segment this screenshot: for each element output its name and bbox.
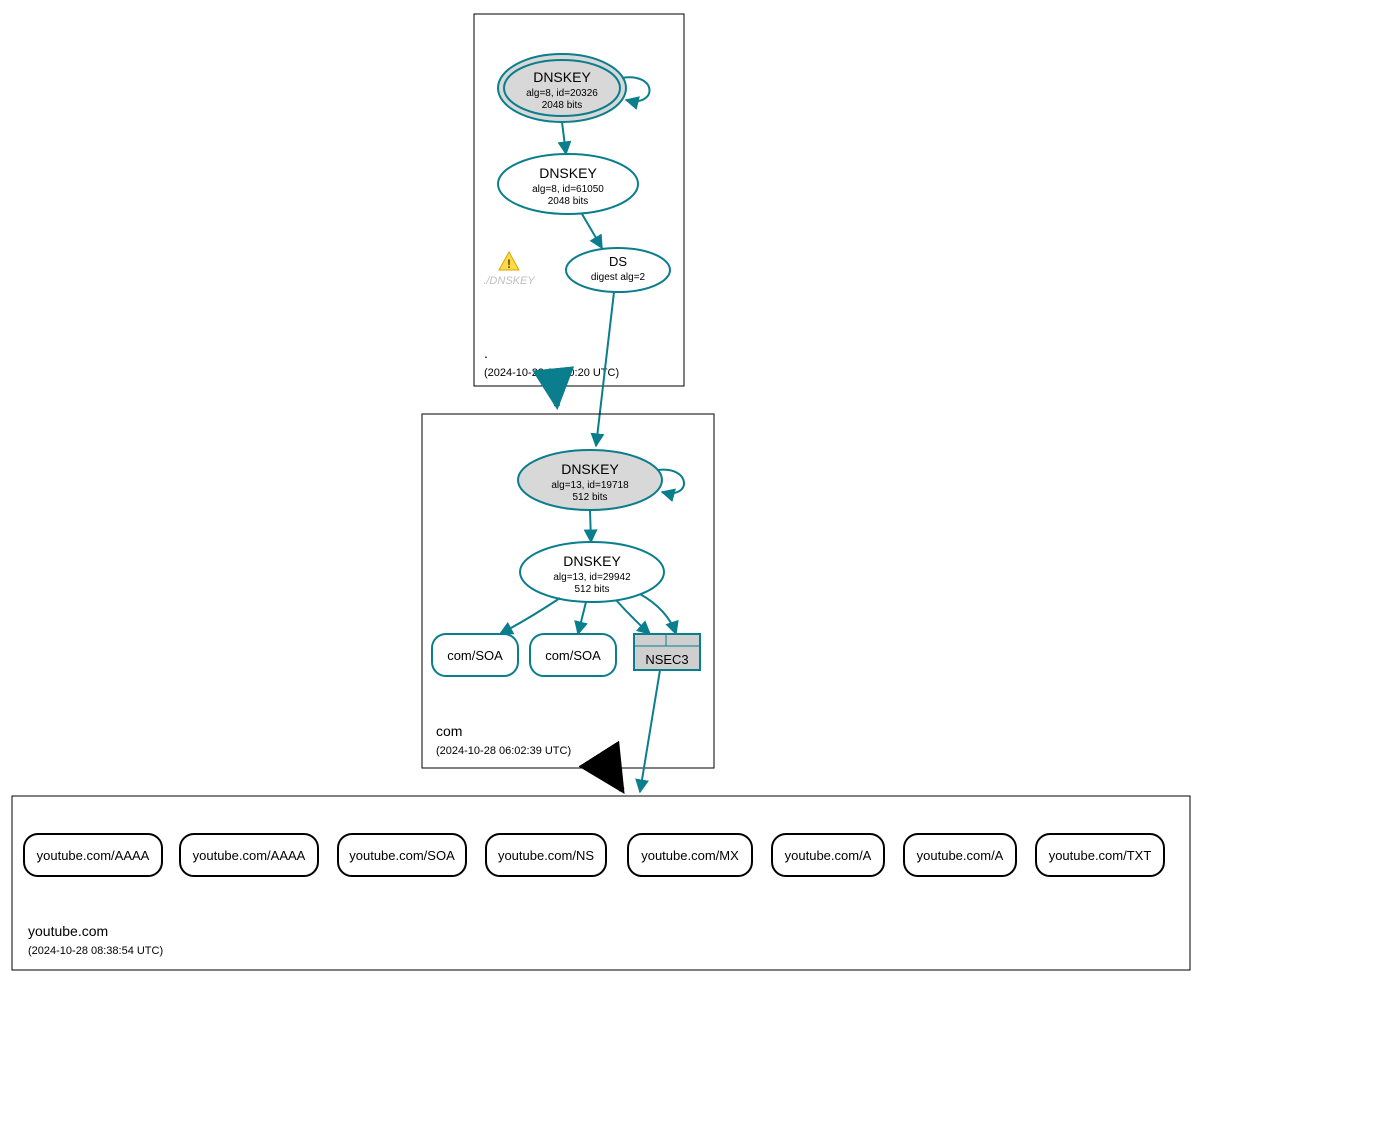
zone-root-timestamp: (2024-10-28 06:00:20 UTC): [484, 367, 619, 379]
com-nsec3: NSEC3: [634, 634, 700, 670]
zone-com-timestamp: (2024-10-28 06:02:39 UTC): [436, 745, 571, 757]
com-soa-1: com/SOA: [432, 634, 518, 676]
com-zsk-title: DNSKEY: [563, 553, 621, 569]
com-soa-2: com/SOA: [530, 634, 616, 676]
leaf-rr-3: youtube.com/NS: [486, 834, 606, 876]
edge-root-ksk-zsk: [562, 122, 566, 154]
com-soa-1-label: com/SOA: [447, 648, 503, 663]
com-nsec3-label: NSEC3: [645, 652, 688, 667]
svg-text:!: !: [507, 257, 511, 271]
com-dnskey-zsk: DNSKEY alg=13, id=29942 512 bits: [520, 542, 664, 602]
root-dnskey-ksk: DNSKEY alg=8, id=20326 2048 bits: [498, 54, 626, 122]
edge-com-zsk-nsec3-b: [640, 594, 676, 634]
leaf-rr-5-label: youtube.com/A: [785, 848, 872, 863]
root-ds: DS digest alg=2: [566, 248, 670, 292]
root-ksk-l1: alg=8, id=20326: [526, 88, 598, 99]
leaf-rr-1: youtube.com/AAAA: [180, 834, 318, 876]
root-zsk-title: DNSKEY: [539, 165, 597, 181]
root-ds-l1: digest alg=2: [591, 272, 646, 283]
leaf-rr-3-label: youtube.com/NS: [498, 848, 594, 863]
edge-com-zsk-nsec3-a: [616, 600, 650, 634]
edge-root-zsk-ds: [582, 214, 602, 248]
edge-com-nsec3-to-leaf: [640, 670, 660, 792]
leaf-rr-2-label: youtube.com/SOA: [349, 848, 455, 863]
root-ksk-title: DNSKEY: [533, 69, 591, 85]
leaf-rr-6: youtube.com/A: [904, 834, 1016, 876]
leaf-rr-0: youtube.com/AAAA: [24, 834, 162, 876]
com-ksk-l2: 512 bits: [572, 492, 607, 503]
leaf-rr-7: youtube.com/TXT: [1036, 834, 1164, 876]
edge-com-to-leaf-thick: [608, 768, 622, 790]
root-zsk-l2: 2048 bits: [548, 196, 589, 207]
com-ksk-l1: alg=13, id=19718: [551, 480, 629, 491]
zone-root-name: .: [484, 345, 488, 361]
com-ksk-title: DNSKEY: [561, 461, 619, 477]
leaf-rr-1-label: youtube.com/AAAA: [193, 848, 306, 863]
leaf-rr-4: youtube.com/MX: [628, 834, 752, 876]
warning-icon: !: [499, 252, 519, 271]
leaf-rr-6-label: youtube.com/A: [917, 848, 1004, 863]
zone-com: com (2024-10-28 06:02:39 UTC) DNSKEY alg…: [422, 414, 714, 768]
zone-leaf: youtube.com (2024-10-28 08:38:54 UTC) yo…: [12, 796, 1190, 970]
root-dnskey-zsk: DNSKEY alg=8, id=61050 2048 bits: [498, 154, 638, 214]
dnssec-diagram: . (2024-10-28 06:00:20 UTC) DNSKEY alg=8…: [0, 0, 1381, 1128]
com-dnskey-ksk: DNSKEY alg=13, id=19718 512 bits: [518, 450, 662, 510]
root-ksk-l2: 2048 bits: [542, 100, 583, 111]
zone-root: . (2024-10-28 06:00:20 UTC) DNSKEY alg=8…: [474, 14, 684, 386]
zone-leaf-timestamp: (2024-10-28 08:38:54 UTC): [28, 945, 163, 957]
leaf-rr-2: youtube.com/SOA: [338, 834, 466, 876]
zone-leaf-name: youtube.com: [28, 923, 108, 939]
root-ds-title: DS: [609, 254, 627, 269]
leaf-rr-0-label: youtube.com/AAAA: [37, 848, 150, 863]
leaf-rr-7-label: youtube.com/TXT: [1049, 848, 1152, 863]
root-zsk-l1: alg=8, id=61050: [532, 184, 604, 195]
leaf-rr-4-label: youtube.com/MX: [641, 848, 739, 863]
com-soa-2-label: com/SOA: [545, 648, 601, 663]
leaf-rr-5: youtube.com/A: [772, 834, 884, 876]
com-zsk-l1: alg=13, id=29942: [553, 572, 631, 583]
edge-com-zsk-soa1: [500, 598, 560, 634]
warning-label: ./DNSKEY: [483, 275, 535, 287]
zone-com-name: com: [436, 723, 462, 739]
edge-com-zsk-soa2: [578, 602, 586, 634]
edge-com-ksk-zsk: [590, 510, 591, 542]
com-zsk-l2: 512 bits: [574, 584, 609, 595]
edge-root-to-com-thick: [555, 386, 557, 406]
